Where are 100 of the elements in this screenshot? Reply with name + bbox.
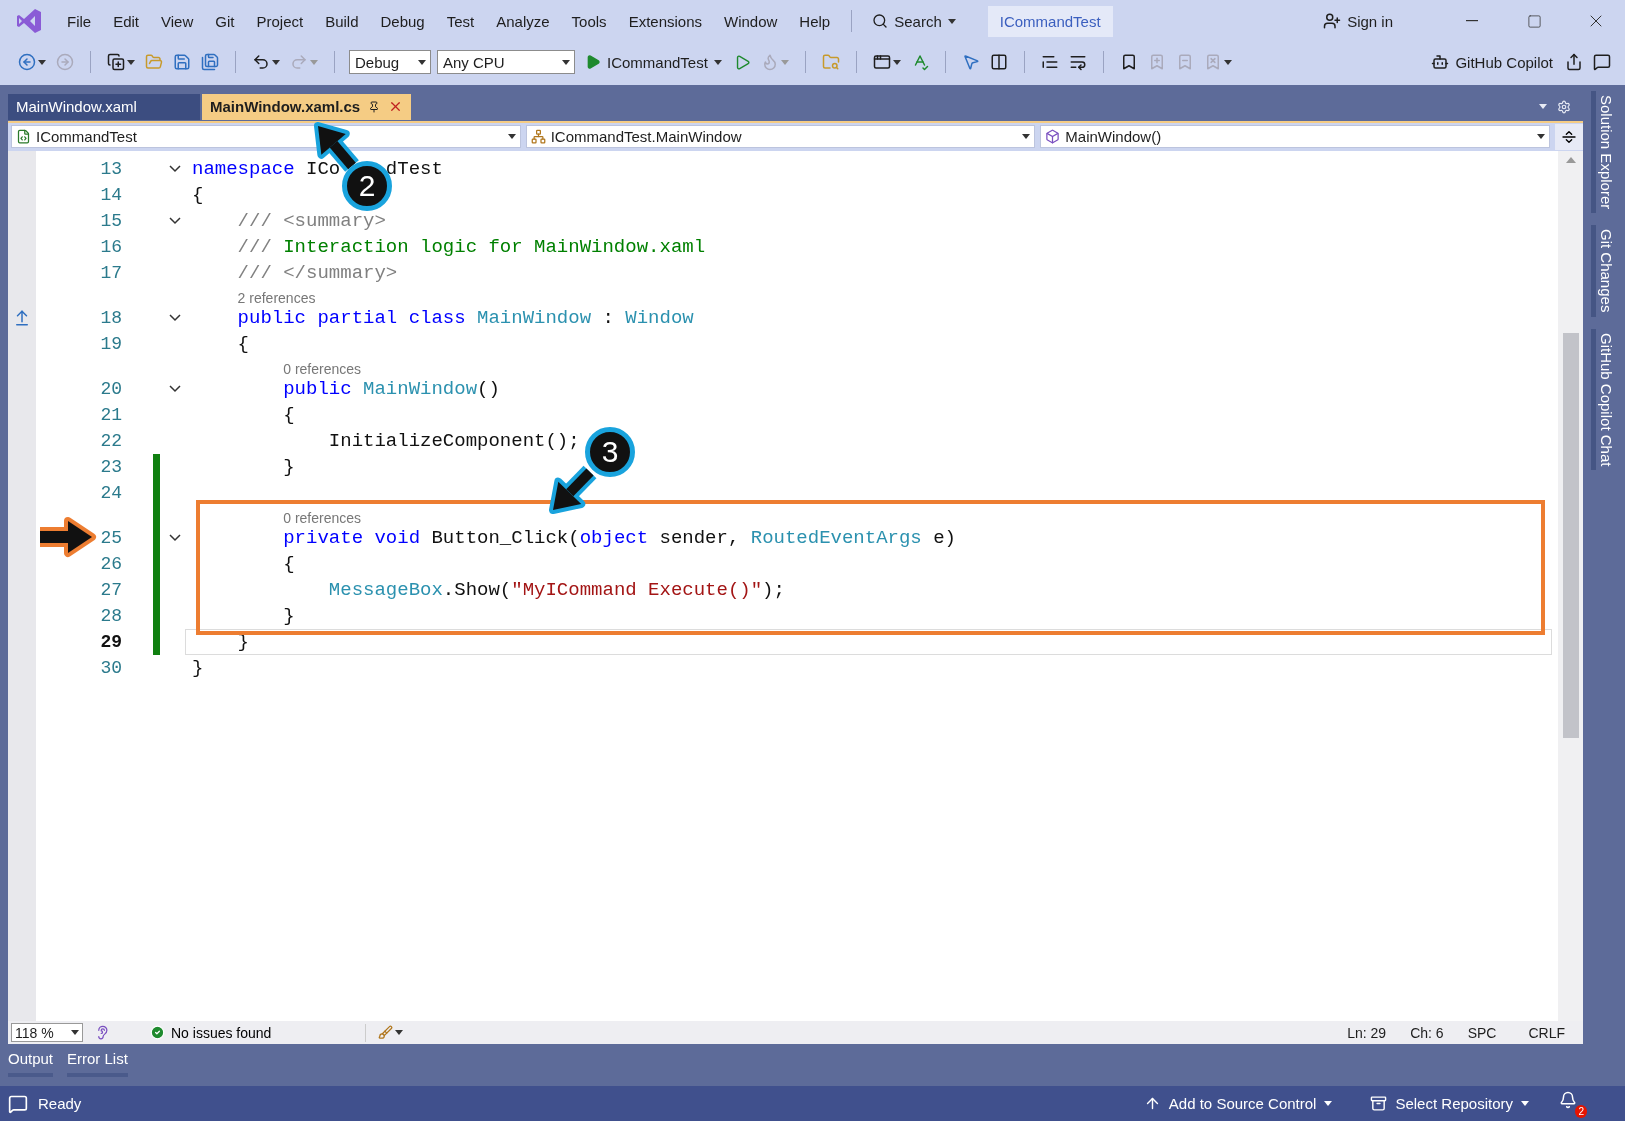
document-tab[interactable]: MainWindow.xaml [8, 93, 200, 120]
indent-mode[interactable]: SPC [1467, 1024, 1497, 1041]
code-line: /// Interaction logic for MainWindow.xaml [236, 235, 706, 258]
configuration-dropdown[interactable]: Debug [349, 50, 431, 74]
back-button[interactable] [16, 51, 48, 73]
caret-icon [310, 59, 318, 65]
code-line: } [192, 656, 204, 679]
new-item-button[interactable] [105, 51, 137, 73]
issues-button[interactable]: No issues found [150, 1024, 355, 1041]
copilot-button[interactable]: GitHub Copilot [1427, 51, 1557, 73]
caret-icon [713, 59, 722, 65]
ear-icon [95, 1025, 110, 1041]
menu-item[interactable]: Tools [562, 8, 616, 34]
menu-item[interactable]: Edit [104, 8, 149, 34]
code-line: { [282, 403, 295, 426]
caret-icon [38, 59, 46, 65]
scroll-up-icon[interactable] [1565, 156, 1576, 163]
collapse-icon[interactable] [169, 216, 181, 225]
collapse-icon[interactable] [169, 533, 181, 542]
brush-icon [378, 1025, 393, 1041]
collapse-icon[interactable] [169, 313, 181, 322]
code-line: InitializeComponent(); [327, 429, 580, 452]
sign-in-button[interactable]: Sign in [1317, 11, 1399, 31]
menu-item[interactable]: Help [790, 8, 840, 34]
side-tab[interactable]: GitHub Copilot Chat [1591, 328, 1617, 471]
menu-item[interactable]: Test [437, 8, 484, 34]
menu-item[interactable]: Build [316, 8, 368, 34]
save-icon [173, 53, 191, 71]
member-dropdown[interactable]: MainWindow() [1040, 125, 1550, 149]
menu-item[interactable]: Project [247, 8, 313, 34]
menu-item[interactable]: Git [206, 8, 244, 34]
pointer-icon [961, 53, 980, 71]
uncomment-icon [1068, 53, 1087, 71]
collapse-icon[interactable] [169, 164, 181, 173]
platform-dropdown[interactable]: Any CPU [437, 50, 575, 74]
side-tab[interactable]: Solution Explorer [1591, 91, 1617, 214]
menu-item[interactable]: Analyze [487, 8, 559, 34]
type-dropdown[interactable]: ICommandTest.MainWindow [525, 125, 1036, 149]
menu-item[interactable]: File [58, 8, 101, 34]
caret-icon [892, 59, 901, 65]
split-icon [1561, 128, 1577, 145]
code-file-icon [16, 129, 31, 145]
side-tab[interactable]: Git Changes [1591, 225, 1617, 317]
tool-tab[interactable]: Error List [67, 1048, 128, 1078]
line-ending[interactable]: CRLF [1528, 1024, 1565, 1041]
minimize-icon [1466, 20, 1478, 22]
split-button[interactable] [1555, 123, 1583, 150]
bell-icon [1559, 1091, 1577, 1109]
caret-icon [1324, 1101, 1333, 1106]
notification-count: 2 [1575, 1105, 1587, 1118]
line-number: 15 [100, 210, 122, 231]
caret-icon [1537, 134, 1545, 140]
robot-icon [1431, 53, 1450, 71]
repository-button[interactable]: Select Repository [1366, 1093, 1533, 1114]
reference-count[interactable]: 0 references [283, 509, 362, 526]
line-number: 14 [100, 184, 122, 205]
code-line: } [282, 604, 295, 627]
menu-item[interactable]: View [152, 8, 203, 34]
zoom-dropdown[interactable]: 118 % [11, 1023, 83, 1043]
reference-count[interactable]: 0 references [283, 360, 362, 377]
caret-icon [418, 59, 426, 65]
reference-count[interactable]: 2 references [237, 289, 316, 306]
line-number: 28 [100, 605, 122, 626]
tool-tab[interactable]: Output [8, 1048, 54, 1078]
undo-icon [252, 53, 270, 71]
caret-icon [71, 1030, 79, 1036]
save-all-icon [201, 53, 219, 71]
caret-icon [1223, 59, 1232, 65]
source-control-button[interactable]: Add to Source Control [1139, 1093, 1337, 1114]
menu-item[interactable]: Window [715, 8, 787, 34]
comment-icon [1040, 53, 1059, 71]
line-position[interactable]: Ln: 29 [1347, 1024, 1387, 1041]
solution-name: ICommandTest [987, 5, 1113, 37]
collapse-icon[interactable] [169, 384, 181, 393]
menu-item[interactable]: Extensions [619, 8, 711, 34]
line-number: 21 [100, 404, 122, 425]
save-all-button[interactable] [199, 51, 221, 73]
caret-icon [507, 134, 516, 140]
caret-icon [1521, 1101, 1529, 1106]
code-line: /// <summary> [236, 209, 386, 232]
search-icon [872, 13, 889, 29]
project-dropdown[interactable]: ICommandTest [11, 125, 521, 149]
pin-icon [368, 100, 381, 113]
search-button[interactable]: Search [864, 8, 964, 34]
user-add-icon [1323, 12, 1342, 30]
code-line: } [282, 455, 295, 478]
document-tab[interactable]: MainWindow.xaml.cs [202, 93, 412, 120]
line-number: 26 [100, 553, 122, 574]
caret-icon [127, 59, 135, 65]
code-line: private void Button_Click(object sender, RoutedEventArgs e) [282, 526, 956, 549]
feedback-icon [1593, 53, 1611, 71]
line-number: 19 [100, 333, 122, 354]
start-button[interactable]: ICommandTest [581, 51, 726, 73]
scroll-thumb[interactable] [1562, 332, 1579, 738]
menu-item[interactable]: Debug [371, 8, 434, 34]
cube-icon [1045, 129, 1061, 145]
column-position[interactable]: Ch: 6 [1410, 1024, 1444, 1041]
vertical-scrollbar[interactable] [1558, 150, 1583, 1022]
notifications-button[interactable]: 2 [1557, 1089, 1587, 1118]
line-number: 29 [100, 631, 122, 652]
